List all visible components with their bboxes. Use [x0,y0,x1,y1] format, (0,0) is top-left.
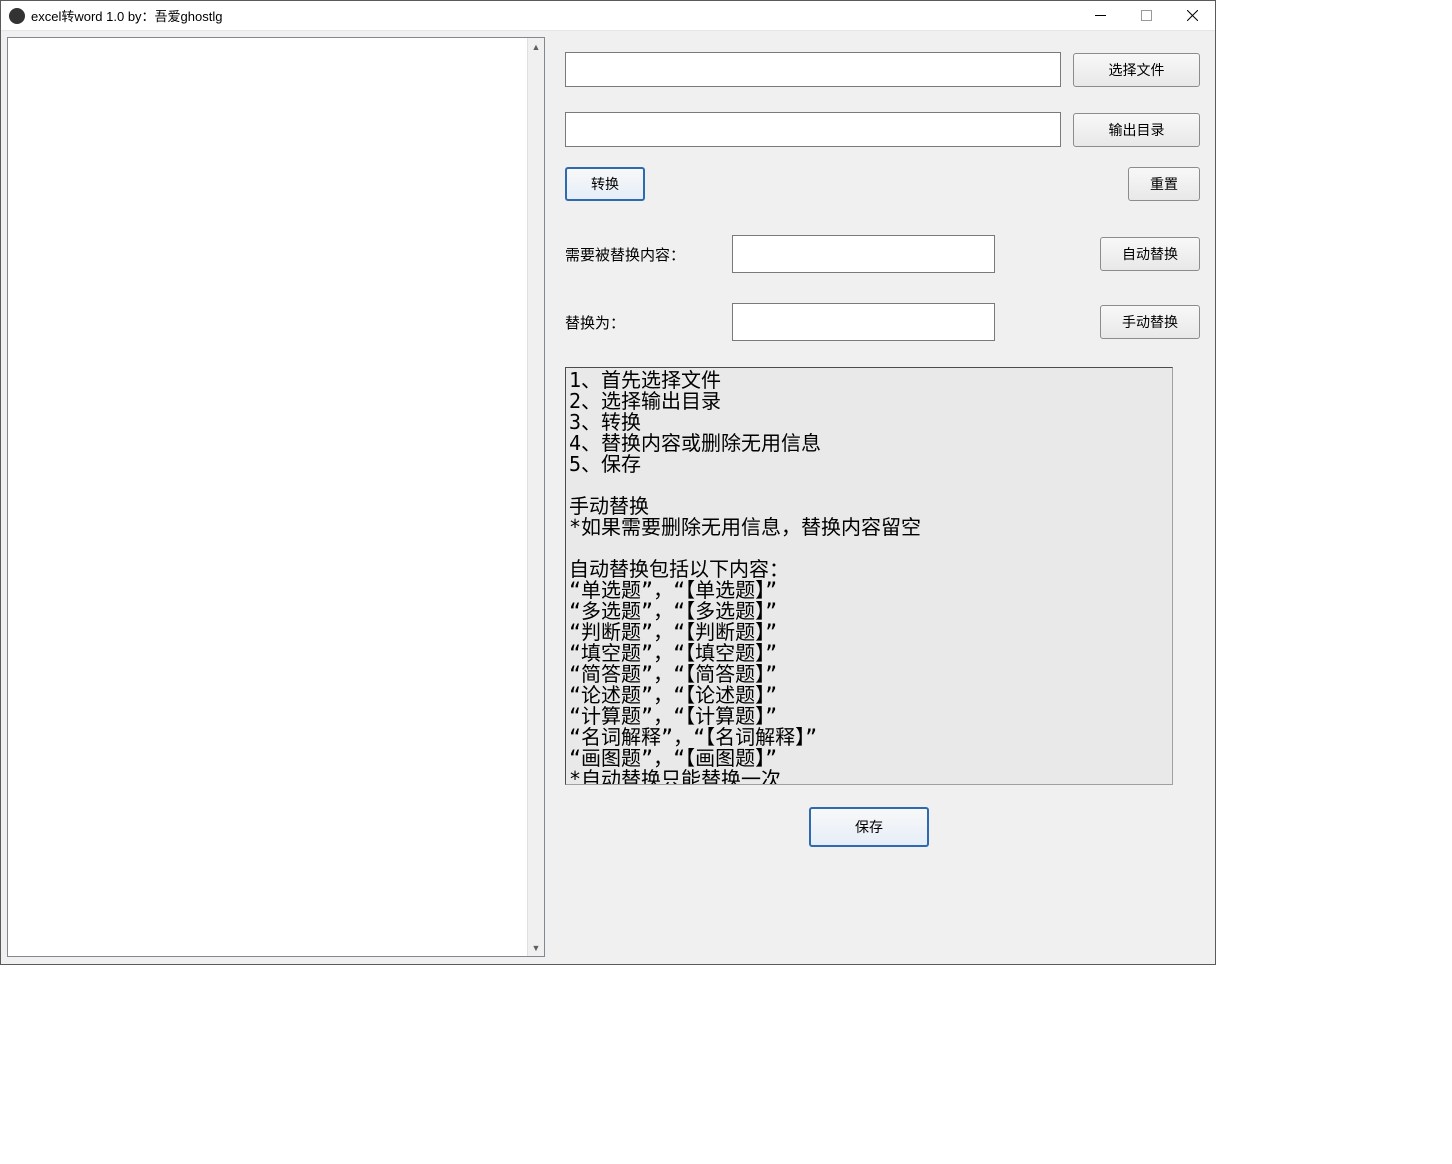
output-row: 输出目录 [565,112,1200,147]
output-dir-input[interactable] [565,112,1061,147]
output-dir-button[interactable]: 输出目录 [1073,113,1200,147]
file-path-input[interactable] [565,52,1061,87]
save-row: 保存 [565,807,1173,847]
maximize-icon [1141,10,1152,21]
select-file-button[interactable]: 选择文件 [1073,53,1200,87]
convert-row: 转换 重置 [565,167,1200,201]
preview-panel: ▲ ▼ [7,37,545,957]
preview-scrollbar[interactable]: ▲ ▼ [527,38,544,956]
convert-button[interactable]: 转换 [565,167,645,201]
manual-replace-button[interactable]: 手动替换 [1100,305,1200,339]
replace-from-row: 需要被替换内容： 自动替换 [565,235,1200,273]
titlebar[interactable]: excel转word 1.0 by：吾爱ghostlg [1,1,1215,31]
app-window: excel转word 1.0 by：吾爱ghostlg ▲ ▼ 选择文件 [0,0,1216,965]
app-icon [9,8,25,24]
auto-replace-button[interactable]: 自动替换 [1100,237,1200,271]
close-icon [1187,10,1198,21]
instructions-box: 1、首先选择文件 2、选择输出目录 3、转换 4、替换内容或删除无用信息 5、保… [565,367,1173,785]
client-area: ▲ ▼ 选择文件 输出目录 转换 重置 需要被替换内容： [1,31,1215,964]
replace-from-input[interactable] [732,235,995,273]
maximize-button[interactable] [1123,1,1169,30]
controls-panel: 选择文件 输出目录 转换 重置 需要被替换内容： 自动替换 替换为： [545,31,1215,964]
save-button[interactable]: 保存 [809,807,929,847]
file-row: 选择文件 [565,52,1200,87]
scroll-down-icon[interactable]: ▼ [528,939,544,956]
replace-to-row: 替换为： 手动替换 [565,303,1200,341]
replace-from-label: 需要被替换内容： [565,244,720,265]
reset-button[interactable]: 重置 [1128,167,1200,201]
window-title: excel转word 1.0 by：吾爱ghostlg [31,6,1077,25]
replace-to-label: 替换为： [565,312,720,333]
minimize-button[interactable] [1077,1,1123,30]
replace-to-input[interactable] [732,303,995,341]
minimize-icon [1095,10,1106,21]
close-button[interactable] [1169,1,1215,30]
scroll-up-icon[interactable]: ▲ [528,38,544,55]
window-controls [1077,1,1215,30]
